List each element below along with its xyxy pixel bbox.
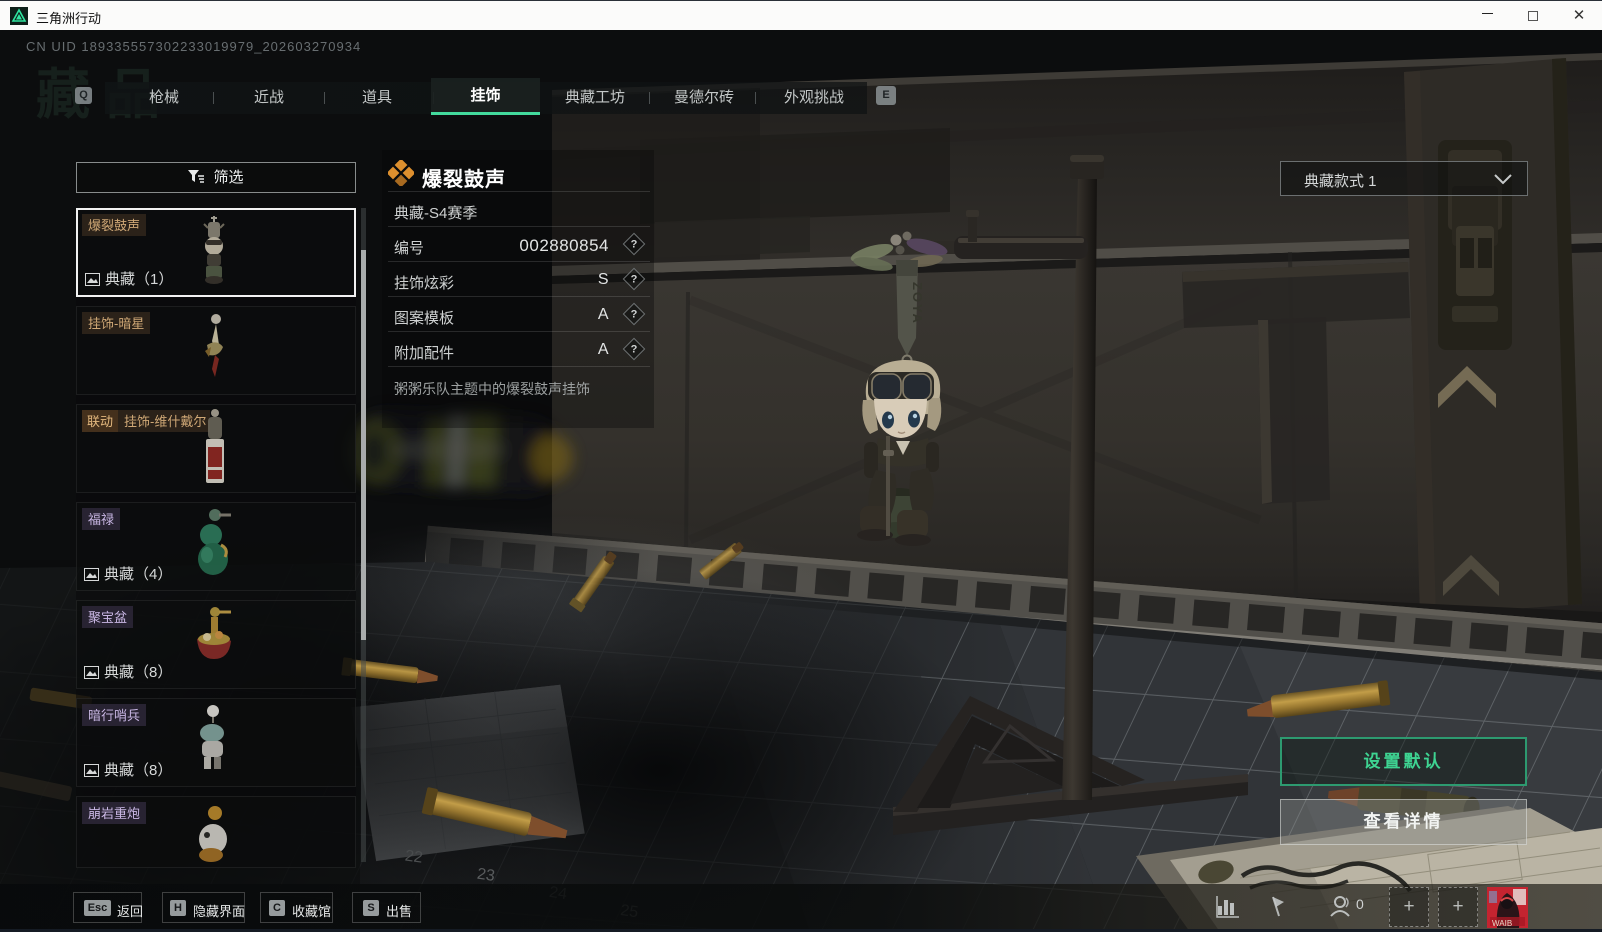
- svg-text:WAIB: WAIB: [1492, 919, 1512, 928]
- svg-text:ZOYA: ZOYA: [910, 282, 925, 325]
